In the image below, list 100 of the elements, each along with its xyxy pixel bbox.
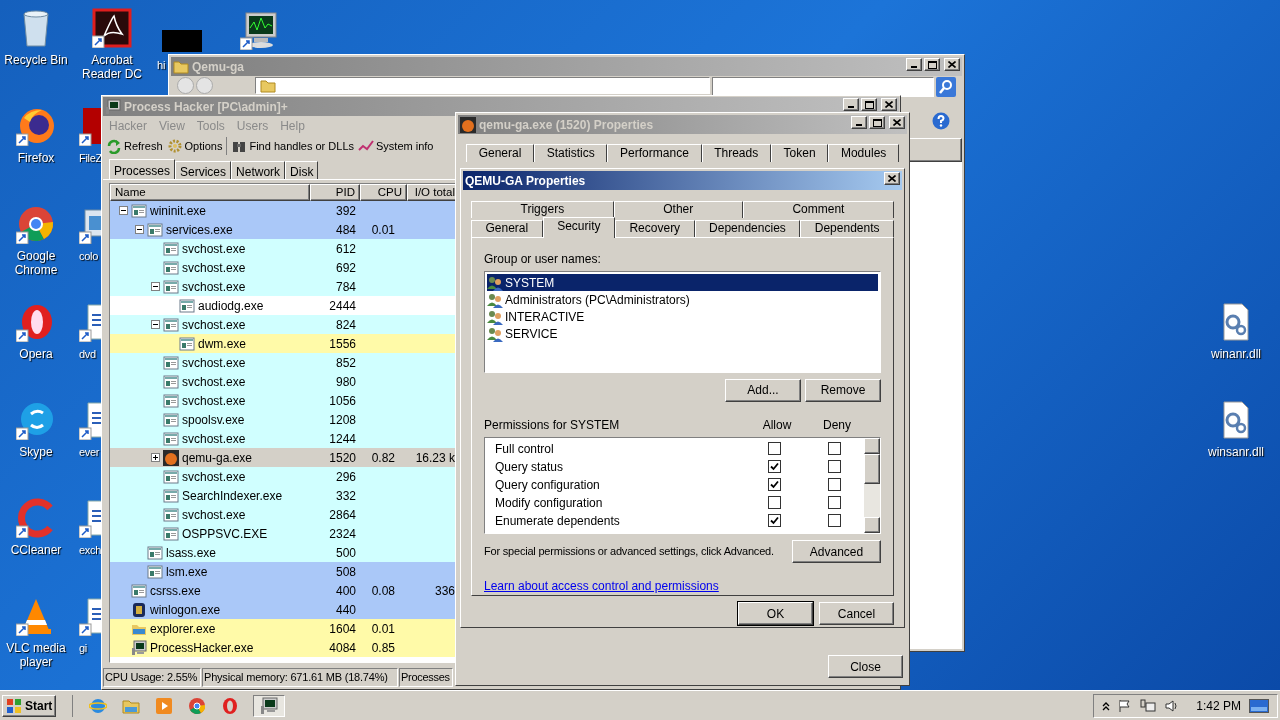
toolbar-button[interactable]: Options <box>166 137 223 155</box>
minimize-button[interactable] <box>906 58 922 71</box>
tab[interactable]: Threads <box>701 144 771 162</box>
process-row[interactable]: ProcessHacker.exe 4084 0.85 <box>110 638 457 657</box>
column-header[interactable]: PID <box>310 184 360 201</box>
icon-label[interactable]: Google Chrome <box>0 249 72 277</box>
tree-toggle[interactable] <box>151 282 160 291</box>
process-row[interactable]: SearchIndexer.exe 332 <box>110 486 457 505</box>
taskbar-button[interactable] <box>253 694 286 717</box>
checkbox[interactable] <box>827 496 841 509</box>
process-row[interactable]: csrss.exe 400 0.08 336 <box>110 581 457 600</box>
process-row[interactable]: svchost.exe 980 <box>110 372 457 391</box>
process-row[interactable]: explorer.exe 1604 0.01 <box>110 619 457 638</box>
start-button[interactable]: Start <box>2 694 57 717</box>
icon-label[interactable]: winsanr.dll <box>1208 445 1264 459</box>
process-row[interactable]: lsass.exe 500 <box>110 543 457 562</box>
icon-label[interactable]: hi <box>157 58 166 72</box>
process-row[interactable]: svchost.exe 1244 <box>110 429 457 448</box>
help-icon[interactable] <box>932 112 950 130</box>
minimize-button[interactable] <box>843 98 859 111</box>
chevron-up-icon[interactable] <box>1102 700 1111 711</box>
tab[interactable]: Statistics <box>534 144 608 162</box>
process-row[interactable]: svchost.exe 612 <box>110 239 457 258</box>
icon-label[interactable]: Opera <box>19 347 53 361</box>
add-button[interactable]: Add... <box>725 378 801 402</box>
icon-label[interactable]: exch <box>79 543 102 557</box>
clock[interactable]: 1:42 PM <box>1196 696 1241 715</box>
icon-label[interactable]: ever <box>79 445 100 459</box>
advanced-button[interactable]: Advanced <box>792 540 881 563</box>
icon-label[interactable]: CCleaner <box>10 543 62 557</box>
ok-button[interactable]: OK <box>738 602 813 625</box>
icon-label[interactable]: winanr.dll <box>1211 347 1261 361</box>
search-field[interactable] <box>712 77 934 97</box>
globe-app-icon[interactable] <box>16 106 56 146</box>
tree-toggle[interactable] <box>119 206 128 215</box>
browser-icon[interactable] <box>16 204 56 244</box>
toolbar-button[interactable]: Find handles or DLLs <box>231 137 354 155</box>
tab[interactable]: General <box>466 144 535 162</box>
maximize-button[interactable] <box>924 58 940 71</box>
toolbar-button[interactable]: Refresh <box>106 137 163 155</box>
checkbox[interactable] <box>767 514 781 527</box>
tab[interactable]: Triggers <box>471 201 614 218</box>
search-button[interactable] <box>936 77 956 97</box>
address-bar[interactable] <box>255 77 710 94</box>
tab[interactable]: Network <box>231 161 286 179</box>
tab[interactable]: Dependencies <box>694 220 801 237</box>
toolbar-button[interactable]: System info <box>358 137 434 155</box>
help-link[interactable]: Learn about access control and permissions <box>484 577 719 595</box>
icon-label[interactable]: Firefox <box>17 151 55 165</box>
tab[interactable]: Services <box>175 161 232 179</box>
process-row[interactable]: svchost.exe 692 <box>110 258 457 277</box>
browser-icon[interactable] <box>188 696 207 715</box>
process-row[interactable]: spoolsv.exe 1208 <box>110 410 457 429</box>
tab[interactable]: Token <box>770 144 829 162</box>
checkbox[interactable] <box>827 478 841 491</box>
process-row[interactable]: svchost.exe 852 <box>110 353 457 372</box>
tab[interactable]: Other <box>613 201 743 218</box>
icon-label[interactable]: VLC media player <box>0 641 72 669</box>
process-row[interactable]: winlogon.exe 440 <box>110 600 457 619</box>
checkbox[interactable] <box>767 460 781 473</box>
process-row[interactable]: svchost.exe 784 <box>110 277 457 296</box>
icon-label[interactable]: gi <box>79 641 87 655</box>
close-button[interactable] <box>881 98 897 111</box>
maximize-button[interactable] <box>869 116 885 129</box>
process-row[interactable]: svchost.exe 1056 <box>110 391 457 410</box>
close-button[interactable] <box>884 172 900 185</box>
user-item[interactable]: INTERACTIVE <box>487 308 878 325</box>
tab[interactable]: Recovery <box>614 220 695 237</box>
pdf-icon[interactable] <box>92 8 132 48</box>
tab[interactable]: Security <box>542 217 615 238</box>
icon-label[interactable]: FileZ <box>79 151 102 165</box>
tab[interactable]: Disk <box>285 161 319 179</box>
checkbox[interactable] <box>827 442 841 455</box>
maximize-button[interactable] <box>861 98 877 111</box>
user-item[interactable]: SYSTEM <box>487 274 878 291</box>
column-header[interactable]: Name <box>110 184 310 201</box>
process-row[interactable]: lsm.exe 508 <box>110 562 457 581</box>
tab[interactable]: General <box>471 220 543 237</box>
icon-label[interactable]: Recycle Bin <box>4 53 68 67</box>
app-icon[interactable] <box>79 106 101 146</box>
flag-icon[interactable] <box>1118 698 1133 713</box>
process-row[interactable]: services.exe 484 0.01 <box>110 220 457 239</box>
process-row[interactable]: svchost.exe 824 <box>110 315 457 334</box>
ring-icon[interactable] <box>221 696 240 715</box>
chat-icon[interactable] <box>16 400 56 440</box>
process-row[interactable]: wininit.exe 392 <box>110 201 457 220</box>
column-header[interactable]: I/O total <box>407 184 457 201</box>
close-button[interactable] <box>944 58 960 71</box>
process-row[interactable]: dwm.exe 1556 <box>110 334 457 353</box>
process-row[interactable]: svchost.exe 2864 <box>110 505 457 524</box>
close-button[interactable]: Close <box>828 655 903 678</box>
user-item[interactable]: Administrators (PC\Administrators) <box>487 291 878 308</box>
user-item[interactable]: SERVICE <box>487 325 878 342</box>
icon-label[interactable]: Acrobat Reader DC <box>76 53 148 81</box>
process-row[interactable]: svchost.exe 296 <box>110 467 457 486</box>
minimize-button[interactable] <box>851 116 867 129</box>
remove-button[interactable]: Remove <box>805 378 881 402</box>
column-header[interactable]: CPU <box>360 184 407 201</box>
checkbox[interactable] <box>767 478 781 491</box>
tree-toggle[interactable] <box>151 320 160 329</box>
